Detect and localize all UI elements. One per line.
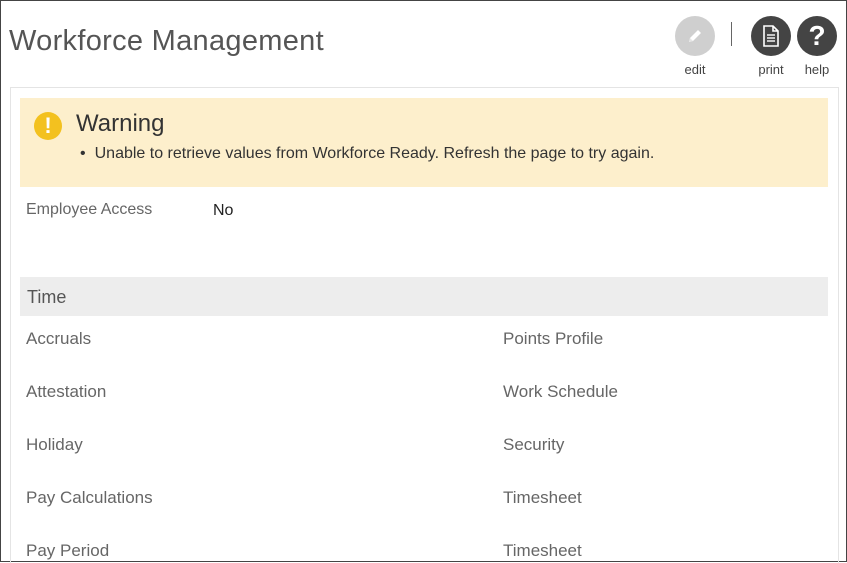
help-label: help	[804, 62, 830, 77]
employee-access-label: Employee Access	[26, 201, 153, 218]
warning-title: Warning	[76, 110, 165, 137]
time-item-accruals: Accruals	[26, 329, 92, 348]
page-title: Workforce Management	[9, 25, 324, 57]
edit-button[interactable]: edit	[675, 16, 715, 77]
time-item-timesheet: Timesheet	[503, 488, 582, 507]
question-icon: ?	[797, 16, 837, 56]
document-icon	[751, 16, 791, 56]
time-item-security: Security	[503, 435, 565, 454]
employee-access-value: No	[213, 202, 234, 219]
time-item-holiday: Holiday	[26, 435, 83, 454]
time-item-timesheet-2: Timesheet	[503, 541, 582, 560]
print-label: print	[758, 62, 784, 77]
edit-label: edit	[684, 62, 706, 77]
help-button[interactable]: ? help	[797, 16, 837, 77]
bullet: •	[80, 145, 86, 162]
pencil-icon	[675, 16, 715, 56]
time-item-pay-period: Pay Period	[26, 541, 110, 560]
warning-message: Unable to retrieve values from Workforce…	[94, 145, 655, 162]
time-item-pay-calculations: Pay Calculations	[26, 488, 153, 507]
print-button[interactable]: print	[751, 16, 791, 77]
time-item-work-schedule: Work Schedule	[503, 382, 618, 401]
warning-banner: ! Warning • Unable to retrieve values fro…	[20, 98, 828, 187]
time-item-points-profile: Points Profile	[503, 329, 604, 348]
warning-message-item: • Unable to retrieve values from Workforc…	[80, 145, 654, 163]
section-header-time: Time	[20, 277, 828, 316]
app-window: Workforce Management edit print ? help !…	[0, 0, 847, 563]
toolbar-divider	[731, 22, 732, 46]
exclamation-icon: !	[34, 112, 62, 140]
time-item-attestation: Attestation	[26, 382, 107, 401]
section-title: Time	[27, 287, 67, 307]
